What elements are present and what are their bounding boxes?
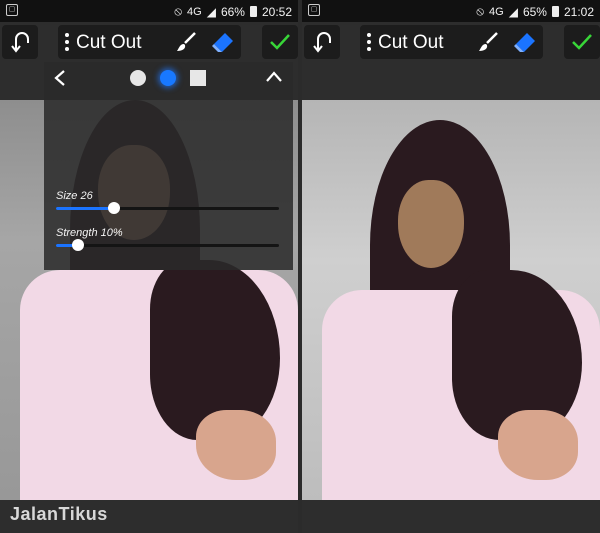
tool-selector[interactable]: Cut Out (360, 25, 543, 59)
notification-icon: ▢ (6, 4, 18, 16)
photo-canvas[interactable] (302, 100, 600, 500)
toolbar: Cut Out (302, 22, 600, 62)
brush-icon[interactable] (476, 30, 500, 54)
undo-icon (11, 32, 29, 53)
undo-icon (313, 32, 331, 53)
confirm-button[interactable] (262, 25, 298, 59)
confirm-button[interactable] (564, 25, 600, 59)
tool-selector[interactable]: Cut Out (58, 25, 241, 59)
checkmark-icon (270, 34, 290, 50)
strength-slider-thumb[interactable] (72, 239, 85, 251)
soft-brush-option[interactable] (160, 70, 176, 86)
round-brush-option[interactable] (130, 70, 146, 86)
eraser-icon[interactable] (210, 30, 236, 54)
left-screenshot: ▢ ⦸ 4G ◢ 66% 20:52 Cut Out Size 26 Stren… (0, 0, 298, 533)
signal-icon: ◢ (206, 4, 216, 19)
mute-icon: ⦸ (476, 4, 485, 18)
notification-icon: ▢ (308, 4, 320, 16)
battery-percent: 65% (522, 4, 547, 19)
menu-dots-icon[interactable] (65, 33, 69, 54)
clock: 21:02 (563, 4, 594, 19)
toolbar: Cut Out (0, 22, 298, 62)
strength-slider[interactable] (56, 239, 279, 251)
hand-shape (498, 410, 578, 480)
square-brush-option[interactable] (190, 70, 206, 86)
checkmark-icon (572, 34, 592, 50)
brush-settings-popup: Size 26 Strength 10% (44, 62, 293, 270)
size-slider[interactable] (56, 202, 279, 214)
battery-percent: 66% (220, 4, 245, 19)
tool-title[interactable]: Cut Out (378, 32, 443, 54)
status-bar: ▢ ⦸ 4G ◢ 65% 21:02 (302, 0, 600, 22)
size-slider-thumb[interactable] (107, 202, 120, 214)
hand-shape (196, 410, 276, 480)
strength-label: Strength 10% (56, 227, 123, 239)
eraser-icon[interactable] (512, 30, 538, 54)
undo-button[interactable] (304, 25, 340, 59)
battery-icon (551, 6, 559, 17)
network-label: 4G (489, 5, 504, 18)
undo-button[interactable] (2, 25, 38, 59)
chevron-left-icon[interactable] (52, 68, 68, 88)
network-label: 4G (187, 5, 202, 18)
battery-icon (249, 6, 257, 17)
signal-icon: ◢ (508, 4, 518, 19)
face-shape (398, 180, 464, 268)
chevron-up-icon[interactable] (264, 68, 284, 86)
size-slider-fill (56, 207, 114, 210)
status-bar: ▢ ⦸ 4G ◢ 66% 20:52 (0, 0, 298, 22)
tool-title[interactable]: Cut Out (76, 32, 141, 54)
size-label: Size 26 (56, 190, 93, 202)
right-screenshot: ▢ ⦸ 4G ◢ 65% 21:02 Cut Out (302, 0, 600, 533)
clock: 20:52 (261, 4, 292, 19)
mute-icon: ⦸ (174, 4, 183, 18)
brush-icon[interactable] (174, 30, 198, 54)
watermark-logo: JalanTikus (10, 504, 108, 524)
menu-dots-icon[interactable] (367, 33, 371, 54)
